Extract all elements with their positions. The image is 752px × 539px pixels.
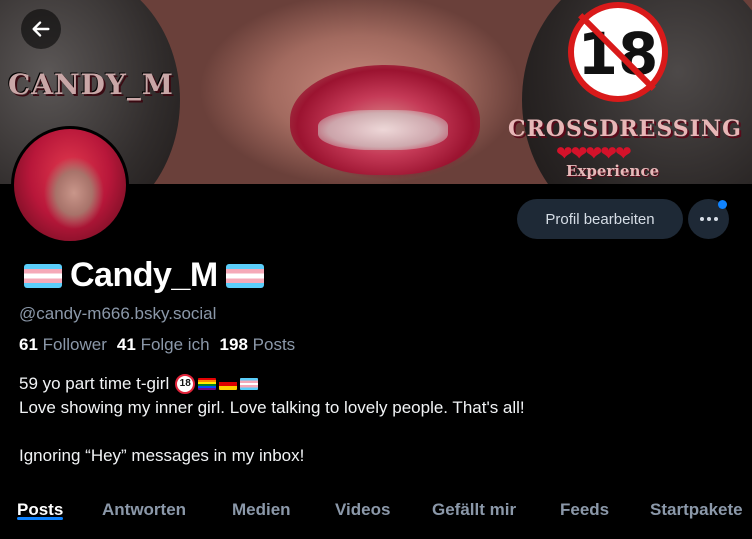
tab-label: Medien bbox=[232, 500, 291, 519]
rainbow-flag-icon bbox=[198, 378, 217, 390]
tab-label: Gefällt mir bbox=[432, 500, 517, 519]
display-name-row: Candy_M bbox=[24, 256, 264, 295]
followers-link[interactable]: 61 Follower bbox=[19, 335, 107, 355]
tab-label: Startpakete bbox=[650, 500, 743, 519]
following-link[interactable]: 41 Folge ich bbox=[117, 335, 210, 355]
active-tab-indicator bbox=[17, 517, 64, 520]
notification-dot bbox=[718, 200, 727, 209]
banner-title: CANDY_M bbox=[8, 68, 174, 101]
profile-tabs: Posts Antworten Medien Videos Gefällt mi… bbox=[0, 490, 752, 539]
avatar[interactable] bbox=[11, 126, 129, 244]
tab-medien[interactable]: Medien bbox=[232, 490, 291, 520]
bio-line-2: Love showing my inner girl. Love talking… bbox=[19, 398, 525, 417]
tab-label: Feeds bbox=[560, 500, 610, 519]
following-label: Folge ich bbox=[140, 335, 210, 354]
profile-stats: 61 Follower 41 Folge ich 198 Posts bbox=[19, 335, 295, 355]
followers-count: 61 bbox=[19, 335, 38, 354]
tab-feeds[interactable]: Feeds bbox=[560, 490, 609, 520]
banner-tagline: Experience bbox=[566, 162, 660, 180]
banner-subtitle: CROSSDRESSING bbox=[508, 116, 742, 142]
tab-label: Videos bbox=[335, 500, 391, 519]
tab-startpakete[interactable]: Startpakete bbox=[650, 490, 743, 520]
germany-flag-icon bbox=[219, 378, 238, 390]
user-handle: @candy-m666.bsky.social bbox=[19, 304, 217, 323]
ellipsis-icon bbox=[699, 217, 718, 221]
bio-text-1: 59 yo part time t-girl bbox=[19, 374, 170, 393]
profile-bio: 59 yo part time t-girl 18 Love showing m… bbox=[19, 372, 525, 468]
tab-posts[interactable]: Posts bbox=[17, 490, 64, 520]
age-restriction-badge: 18 bbox=[568, 2, 668, 102]
back-button[interactable] bbox=[21, 9, 61, 49]
trans-flag-icon bbox=[225, 263, 264, 288]
following-count: 41 bbox=[116, 335, 136, 354]
tab-label: Antworten bbox=[102, 500, 187, 519]
tab-antworten[interactable]: Antworten bbox=[102, 490, 186, 520]
bio-blank-line bbox=[19, 420, 525, 444]
tab-gefaellt-mir[interactable]: Gefällt mir bbox=[432, 490, 516, 520]
posts-label: Posts bbox=[252, 335, 296, 354]
display-name: Candy_M bbox=[70, 256, 218, 294]
posts-count: 198 bbox=[219, 335, 248, 354]
edit-profile-button[interactable]: Profil bearbeiten bbox=[517, 199, 683, 239]
bio-line-3: Ignoring “Hey” messages in my inbox! bbox=[19, 446, 305, 465]
arrow-left-icon bbox=[32, 21, 50, 37]
trans-flag-icon bbox=[240, 378, 259, 390]
no-under-18-icon: 18 bbox=[175, 374, 196, 394]
bio-line-1: 59 yo part time t-girl 18 bbox=[19, 372, 525, 396]
trans-flag-icon bbox=[24, 263, 62, 288]
followers-label: Follower bbox=[42, 335, 107, 354]
banner-image-teeth bbox=[318, 110, 448, 150]
posts-stat: 198 Posts bbox=[220, 335, 296, 355]
tab-videos[interactable]: Videos bbox=[335, 490, 390, 520]
